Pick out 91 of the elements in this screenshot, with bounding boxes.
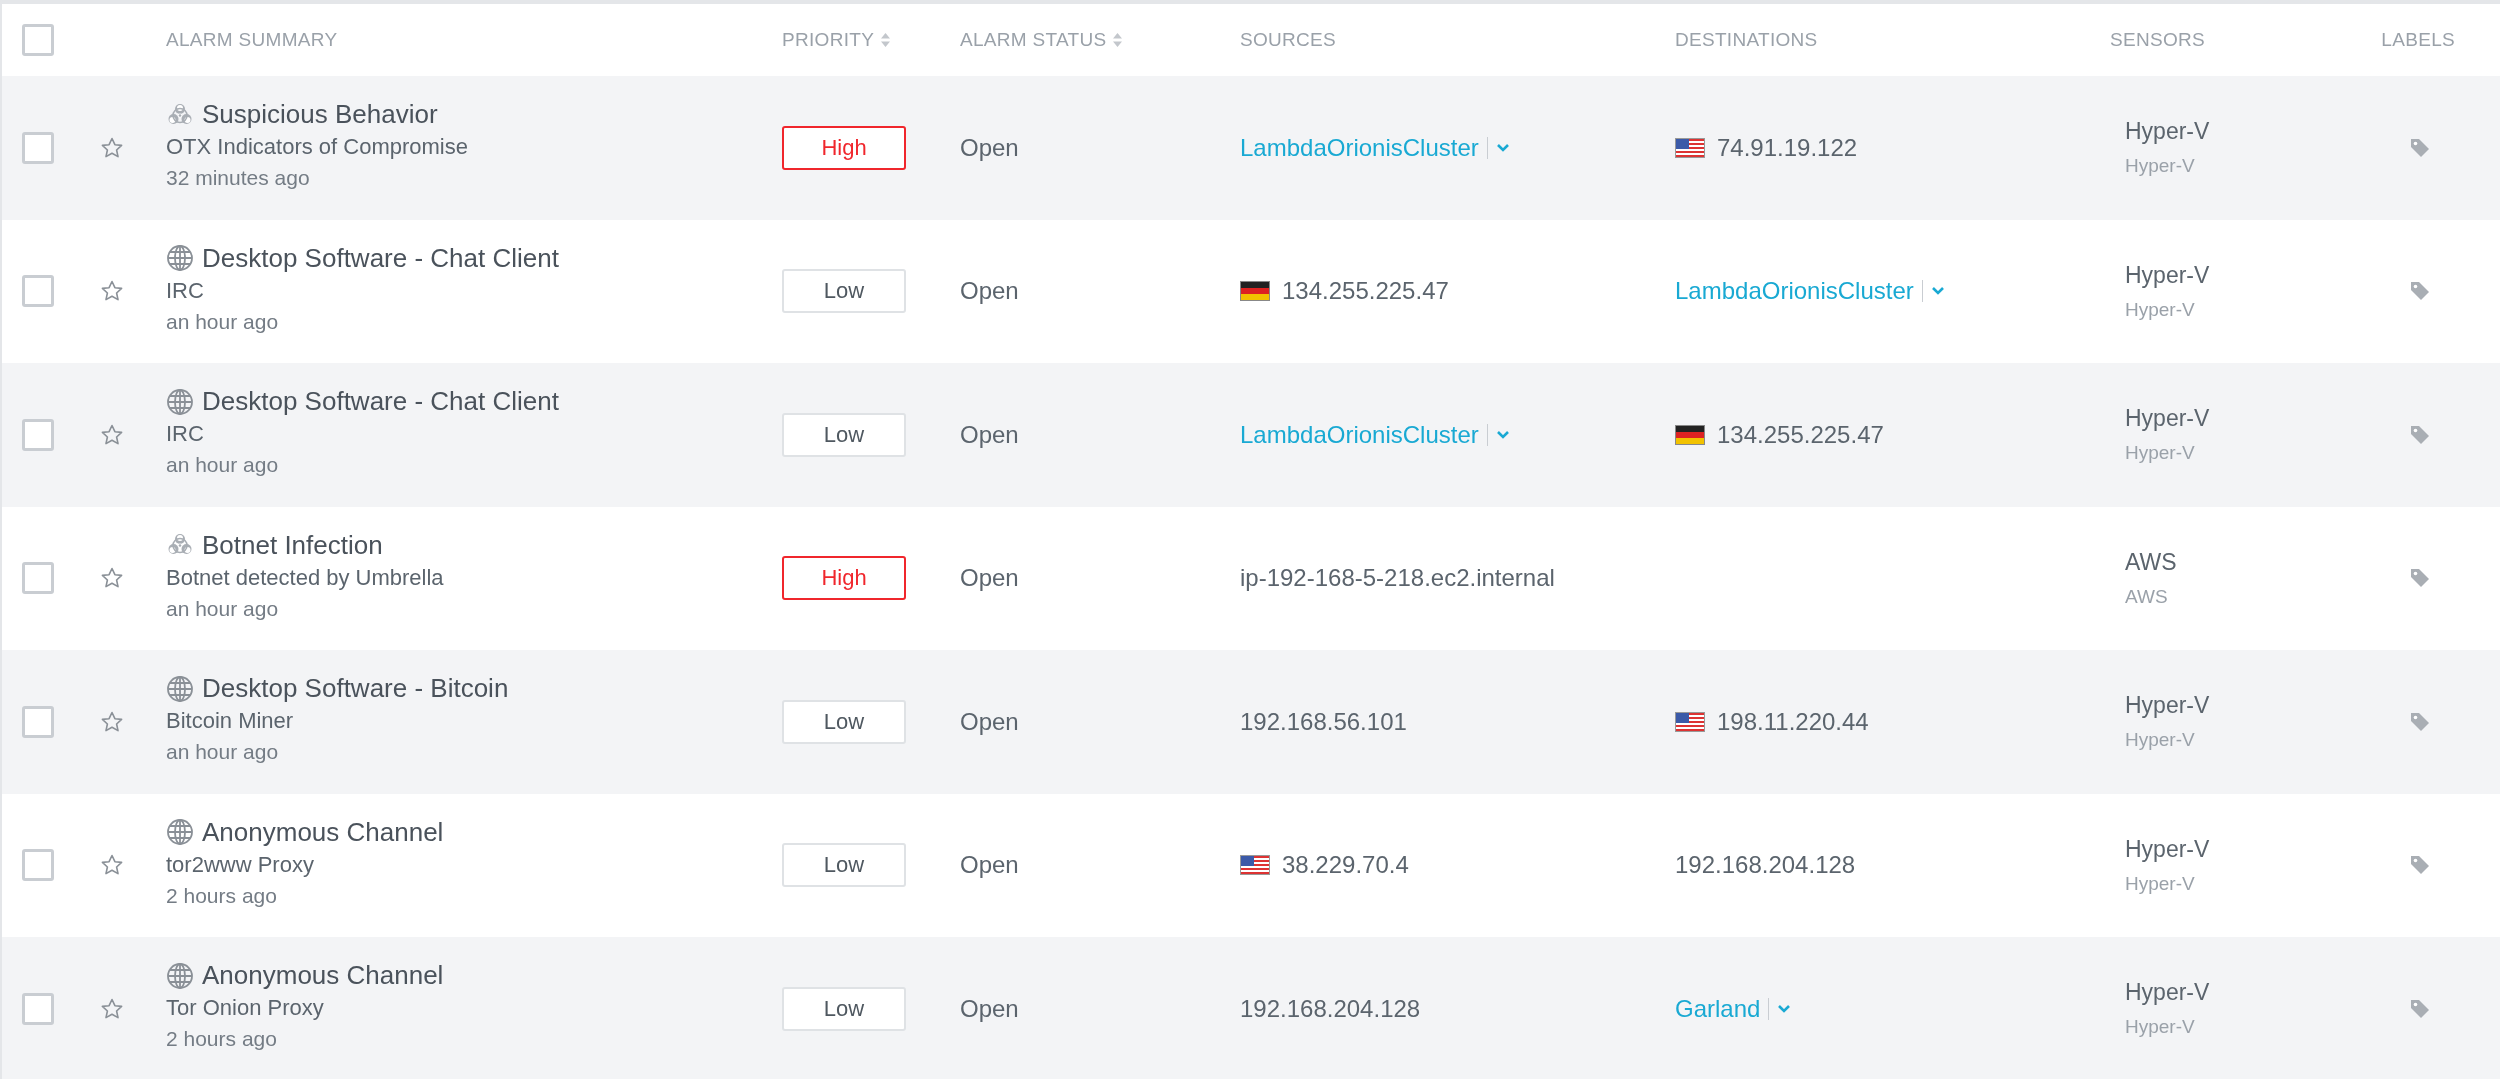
priority-badge: Low [782,412,906,457]
sort-icon [1112,32,1124,48]
alarm-time: an hour ago [166,309,279,334]
checkbox[interactable] [22,24,54,56]
alarm-status: Open [960,420,1019,449]
sensor-name: Hyper-V [2125,118,2210,146]
star-icon[interactable] [100,135,124,160]
chevron-down-icon [1495,429,1510,440]
sort-icon [880,32,892,48]
alarm-time: an hour ago [166,740,279,765]
ip-address: 74.91.19.122 [1717,133,1858,162]
alarm-title[interactable]: Desktop Software - Chat Client [202,242,559,274]
column-header: SENSORS [2110,29,2205,51]
chevron-down-icon [1777,1003,1792,1014]
alarm-status: Open [960,564,1019,593]
alarm-subtitle: tor2www Proxy [166,851,314,878]
sensor-type: Hyper-V [2125,155,2195,178]
ip-address: ip-192-168-5-218.ec2.internal [1240,564,1555,593]
globe-icon [166,961,194,990]
sensor-name: Hyper-V [2125,405,2210,433]
checkbox[interactable] [22,275,54,308]
globe-icon [166,244,194,273]
ip-address: 134.255.225.47 [1282,277,1449,306]
flag-icon [1675,424,1705,445]
ip-address: 192.168.204.128 [1675,851,1856,880]
sensor-type: Hyper-V [2125,442,2195,465]
priority-badge: Low [782,699,906,744]
star-icon[interactable] [100,709,124,734]
column-header: SOURCES [1240,29,1337,51]
alarm-status: Open [960,851,1019,880]
checkbox[interactable] [22,705,54,738]
sensor-name: AWS [2125,548,2177,576]
sensor-name: Hyper-V [2125,261,2210,289]
alarm-title[interactable]: Suspicious Behavior [202,99,438,131]
alarm-status: Open [960,994,1019,1023]
flag-icon [1675,711,1705,732]
priority-badge: High [782,125,906,170]
alarm-title[interactable]: Botnet Infection [202,529,383,561]
sensor-type: AWS [2125,585,2168,608]
sensor-type: Hyper-V [2125,872,2195,895]
globe-icon [166,818,194,847]
globe-icon [166,387,194,416]
alarm-title[interactable]: Desktop Software - Bitcoin [202,673,509,705]
alarm-subtitle: IRC [166,277,204,304]
checkbox[interactable] [22,418,54,451]
column-header: DESTINATIONS [1675,29,1818,51]
checkbox[interactable] [22,131,54,164]
alarm-title[interactable]: Anonymous Channel [202,816,444,848]
sensor-name: Hyper-V [2125,979,2210,1007]
ip-address: 38.229.70.4 [1282,851,1409,880]
alarm-subtitle: Botnet detected by Umbrella [166,564,444,591]
ip-address: 134.255.225.47 [1717,420,1884,449]
column-header: ALARM SUMMARY [166,29,338,51]
chevron-down-icon [1495,142,1510,153]
column-header: LABELS [2381,29,2455,51]
priority-badge: High [782,556,906,601]
alarm-status: Open [960,707,1019,736]
alarm-time: 2 hours ago [166,883,277,908]
alarm-time: 32 minutes ago [166,166,310,191]
ip-address: 192.168.56.101 [1240,707,1407,736]
alarm-subtitle: IRC [166,421,204,448]
alarm-subtitle: Tor Onion Proxy [166,995,324,1022]
alarm-title[interactable]: Desktop Software - Chat Client [202,386,559,418]
alarm-time: 2 hours ago [166,1027,277,1052]
alarm-time: an hour ago [166,596,279,621]
alarm-status: Open [960,277,1019,306]
priority-badge: Low [782,843,906,888]
sensor-type: Hyper-V [2125,729,2195,752]
checkbox[interactable] [22,992,54,1025]
ip-address: 198.11.220.44 [1717,707,1869,736]
sensor-type: Hyper-V [2125,1016,2195,1039]
sensor-type: Hyper-V [2125,298,2195,321]
checkbox[interactable] [22,562,54,595]
flag-icon [1240,855,1270,876]
alarm-subtitle: OTX Indicators of Compromise [166,134,468,161]
chevron-down-icon [1930,286,1945,297]
alarm-status: Open [960,133,1019,162]
sensor-name: Hyper-V [2125,835,2210,863]
star-icon[interactable] [100,422,124,447]
alarm-title[interactable]: Anonymous Channel [202,960,444,992]
flag-icon [1240,281,1270,302]
sensor-name: Hyper-V [2125,692,2210,720]
priority-badge: Low [782,269,906,314]
star-icon[interactable] [100,996,124,1021]
alarm-time: an hour ago [166,453,279,478]
ip-address: 192.168.204.128 [1240,994,1421,1023]
globe-icon [166,674,194,703]
priority-badge: Low [782,986,906,1031]
alarm-subtitle: Bitcoin Miner [166,708,294,735]
flag-icon [1675,137,1705,158]
checkbox[interactable] [22,849,54,882]
